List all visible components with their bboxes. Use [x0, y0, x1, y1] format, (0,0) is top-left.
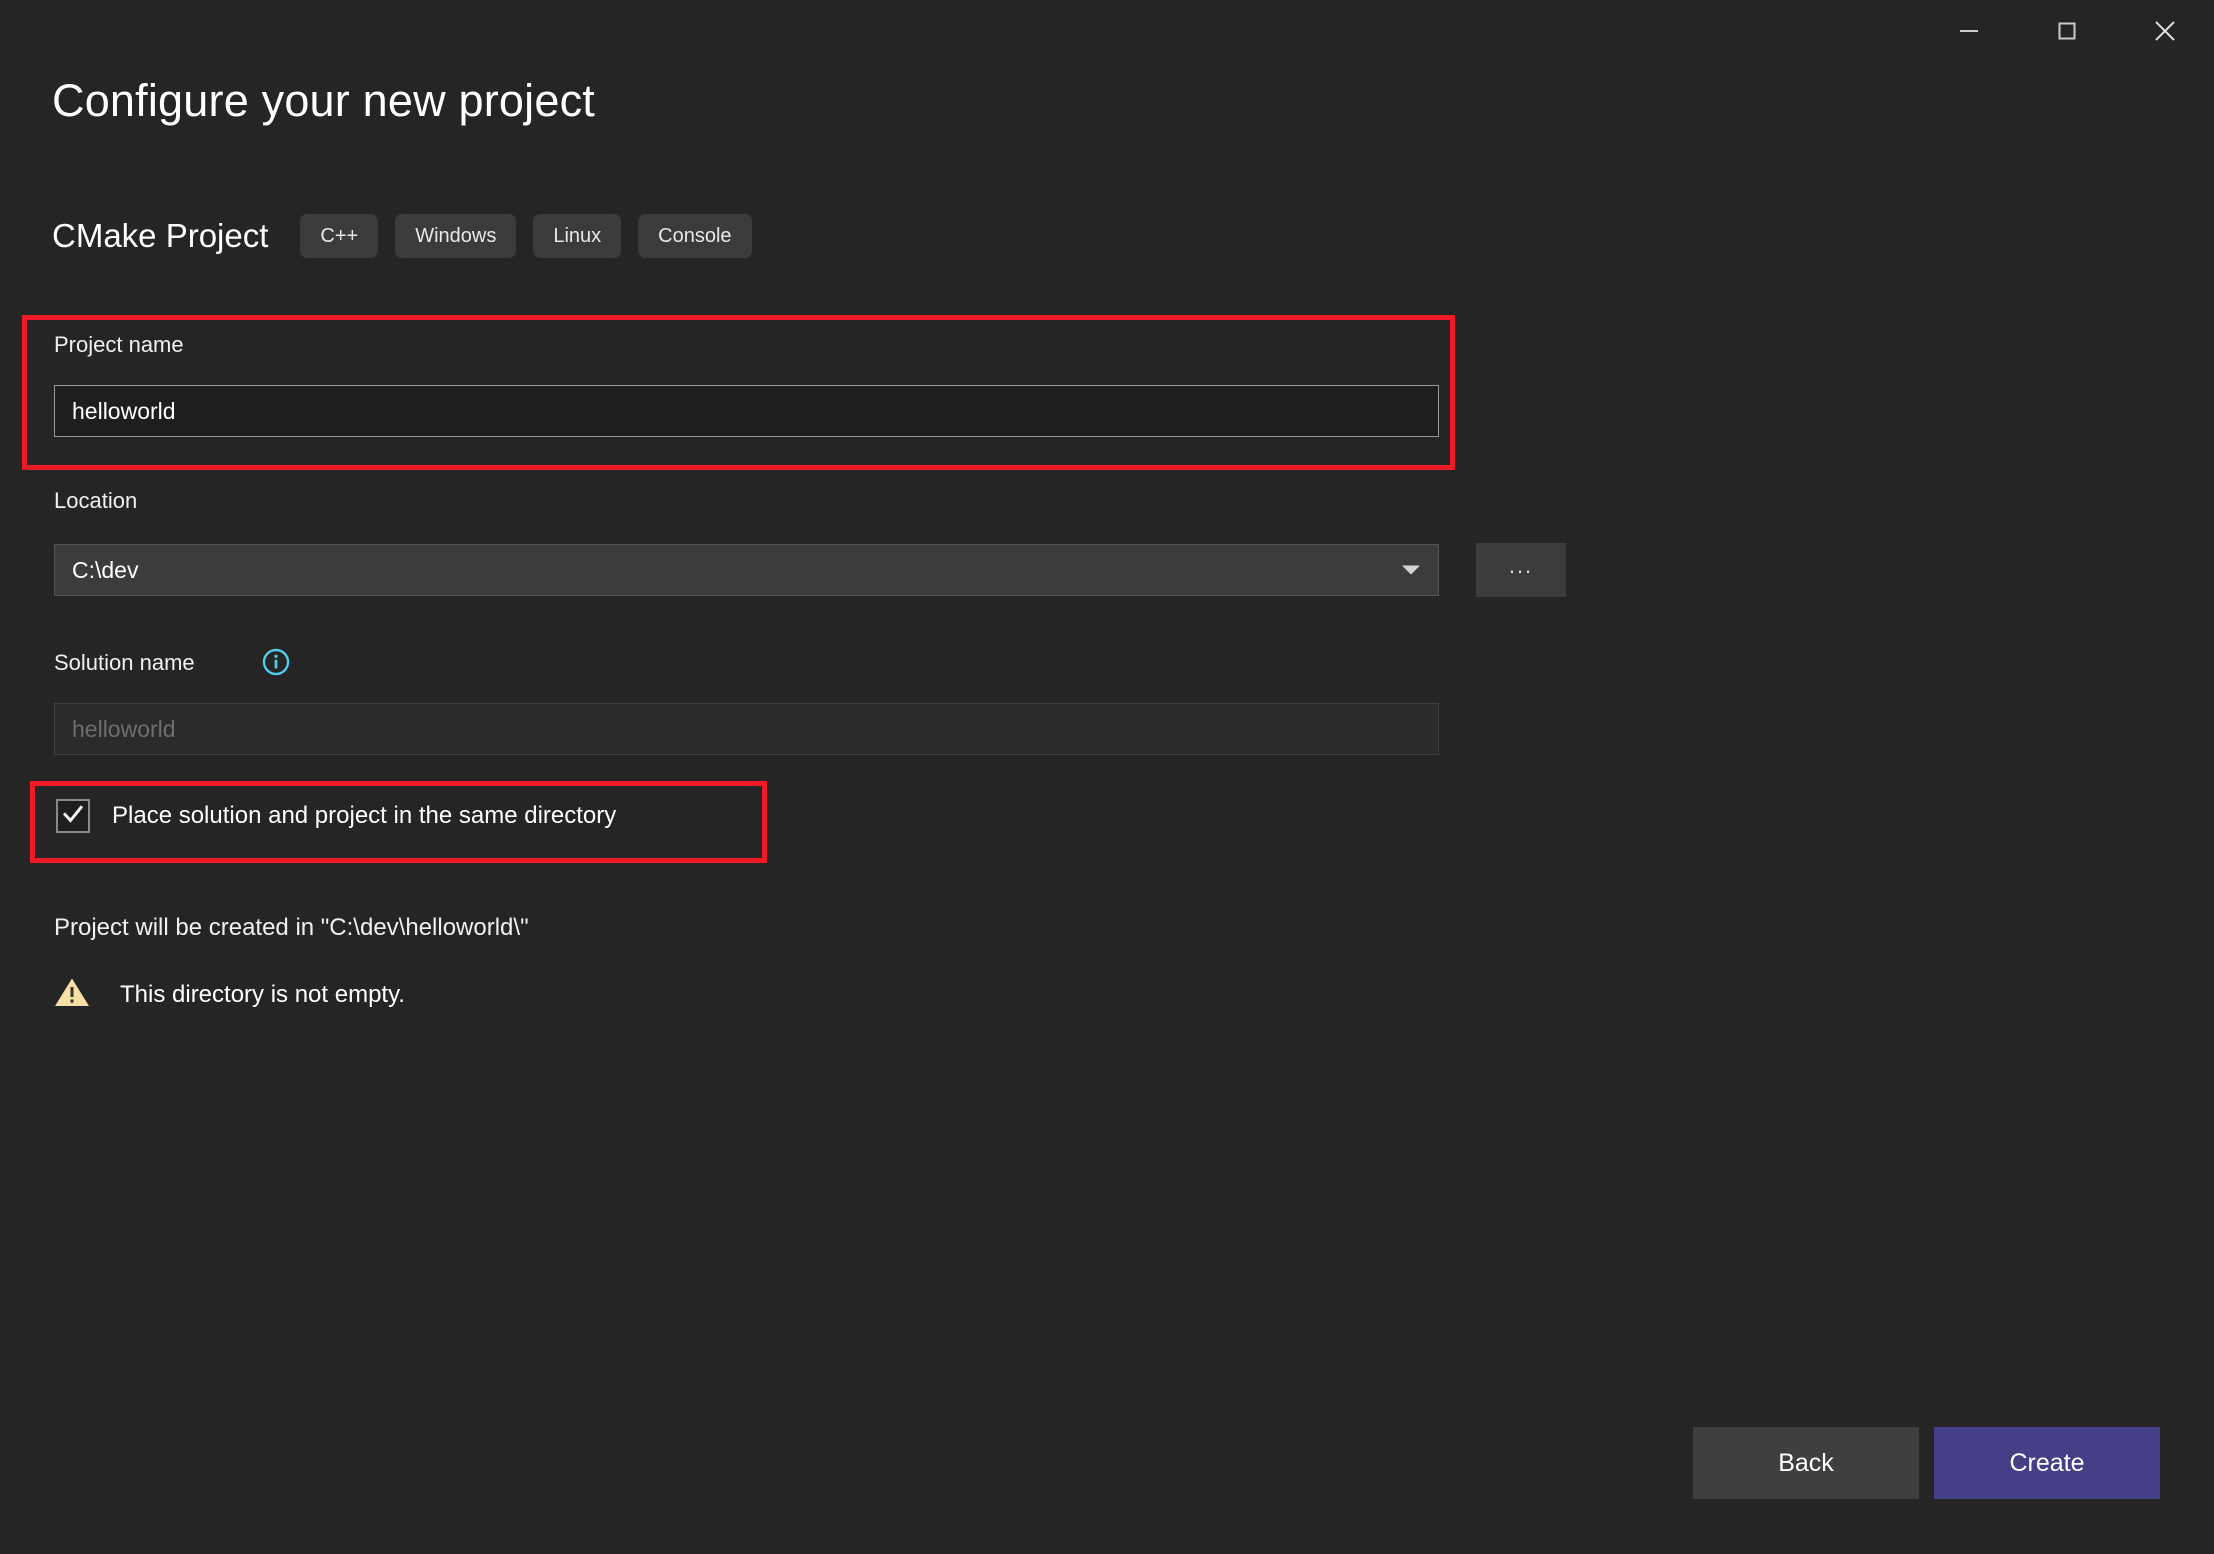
check-icon	[61, 802, 85, 831]
minimize-button[interactable]	[1920, 0, 2018, 62]
project-name-input[interactable]: helloworld	[54, 385, 1439, 437]
maximize-button[interactable]	[2018, 0, 2116, 62]
same-directory-checkbox[interactable]	[56, 799, 90, 833]
tag-language: C++	[300, 214, 379, 258]
maximize-icon	[2052, 16, 2082, 46]
same-directory-checkbox-row[interactable]: Place solution and project in the same d…	[56, 799, 616, 833]
title-bar	[0, 0, 2214, 66]
same-directory-label: Place solution and project in the same d…	[112, 802, 617, 829]
directory-warning: This directory is not empty.	[54, 976, 405, 1013]
browse-button[interactable]: ...	[1476, 543, 1566, 597]
created-in-path: Project will be created in "C:\dev\hello…	[54, 914, 529, 941]
project-name-label: Project name	[54, 332, 184, 357]
location-combobox[interactable]: C:\dev	[54, 544, 1439, 596]
template-summary: CMake Project C++ Windows Linux Console	[52, 212, 769, 260]
minimize-icon	[1954, 16, 1984, 46]
solution-name-label: Solution name	[54, 650, 195, 675]
tag-platform-windows: Windows	[395, 214, 517, 258]
page-title: Configure your new project	[52, 75, 595, 126]
close-button[interactable]	[2116, 0, 2214, 62]
tag-platform-linux: Linux	[533, 214, 622, 258]
location-value: C:\dev	[72, 556, 139, 583]
warning-triangle-icon	[54, 976, 90, 1013]
template-name: CMake Project	[52, 217, 269, 254]
back-button[interactable]: Back	[1693, 1427, 1919, 1499]
solution-name-input: helloworld	[54, 703, 1439, 755]
close-icon	[2148, 14, 2182, 48]
chevron-down-icon	[1402, 565, 1420, 575]
warning-text: This directory is not empty.	[120, 980, 405, 1008]
tag-project-type: Console	[638, 214, 752, 258]
location-label: Location	[54, 488, 138, 513]
create-button[interactable]: Create	[1934, 1427, 2160, 1499]
info-icon[interactable]	[262, 648, 290, 676]
